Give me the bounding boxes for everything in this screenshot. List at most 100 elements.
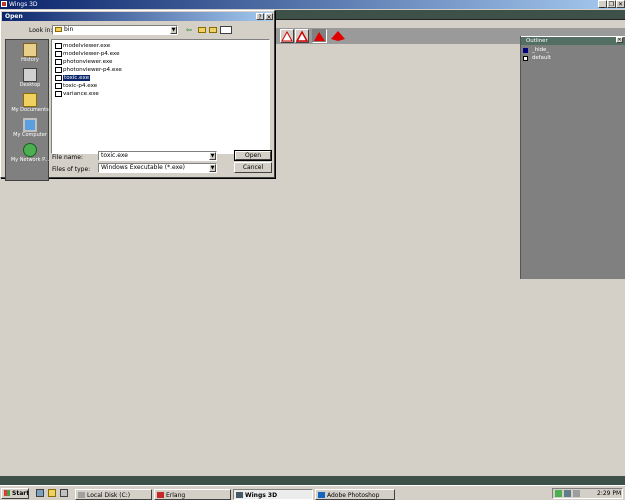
explorer-icon[interactable] [48, 489, 56, 497]
place-desktop[interactable]: Desktop [10, 68, 50, 88]
chevron-down-icon[interactable]: ▼ [209, 164, 216, 172]
show-desktop-icon[interactable] [36, 489, 44, 497]
hidden-object-icon [523, 48, 528, 53]
task-label: Erlang [166, 492, 186, 499]
place-my-computer[interactable]: My Computer [10, 118, 50, 138]
file-name-label: File name: [52, 154, 83, 161]
restore-button[interactable]: ❐ [607, 0, 616, 8]
help-button[interactable]: ? [256, 13, 264, 21]
windows-logo-icon [4, 490, 10, 496]
place-label: My Network P... [10, 157, 50, 163]
edge-select-button[interactable] [295, 29, 309, 43]
task-label: Local Disk (C:) [87, 492, 131, 499]
file-name: variance.exe [63, 91, 99, 97]
exe-file-icon [55, 74, 62, 81]
file-name-value: toxic.exe [101, 152, 128, 159]
file-name: photonviewer-p4.exe [63, 67, 122, 73]
place-history[interactable]: History [10, 43, 50, 63]
file-name: modelviewer.exe [63, 43, 111, 49]
place-label: My Computer [13, 132, 47, 138]
exe-file-icon [55, 90, 62, 97]
taskbar-item-photoshop[interactable]: Adobe Photoshop [315, 489, 395, 500]
place-label: History [21, 57, 39, 63]
open-button[interactable]: Open [234, 150, 272, 161]
exe-file-icon [55, 50, 62, 57]
file-item[interactable]: modelviewer.exe [55, 42, 110, 50]
open-dialog: Open ? ✕ Look in: bin ▼ ⇦ History Deskto… [0, 10, 275, 181]
edge-triangle-icon [295, 30, 309, 42]
start-label: Start [12, 490, 30, 497]
file-item-selected[interactable]: toxic.exe [55, 74, 91, 82]
desktop-icon [23, 68, 37, 82]
system-tray: 2:29 PM [552, 488, 623, 499]
tray-app-icon[interactable] [564, 490, 571, 497]
file-name: toxic.exe [63, 75, 91, 81]
file-type-dropdown[interactable]: Windows Executable (*.exe) ▼ [98, 163, 217, 173]
cancel-button-label: Cancel [242, 164, 264, 171]
taskbar: Start Local Disk (C:) Erlang Wings 3D Ad… [0, 485, 625, 500]
back-arrow-icon[interactable]: ⇦ [186, 26, 192, 34]
erlang-icon [157, 492, 164, 498]
file-name: toxic-p4.exe [63, 83, 98, 89]
chevron-down-icon[interactable]: ▼ [170, 26, 177, 34]
start-button[interactable]: Start [1, 488, 29, 499]
exe-file-icon [55, 42, 62, 49]
status-bar [0, 476, 625, 485]
clock[interactable]: 2:29 PM [597, 489, 621, 498]
file-list[interactable]: modelviewer.exe modelviewer-p4.exe photo… [51, 39, 270, 154]
chevron-down-icon[interactable]: ▼ [209, 152, 216, 160]
places-bar: History Desktop My Documents My Computer… [5, 39, 49, 181]
look-in-label: Look in: [29, 27, 53, 34]
face-select-button[interactable] [312, 29, 327, 43]
file-name-field[interactable]: toxic.exe ▼ [98, 151, 217, 161]
file-item[interactable]: variance.exe [55, 90, 99, 98]
wings-app-icon [1, 1, 7, 7]
look-in-dropdown[interactable]: bin ▼ [52, 25, 178, 35]
file-type-value: Windows Executable (*.exe) [101, 164, 185, 171]
outliner-panel: Outliner ✕ _hide_ default [520, 36, 625, 279]
vertex-select-button[interactable] [280, 29, 294, 43]
taskbar-item-erlang[interactable]: Erlang [154, 489, 231, 500]
minimize-button[interactable]: _ [598, 0, 607, 8]
view-menu-icon[interactable] [220, 26, 232, 34]
place-label: My Documents [11, 107, 49, 113]
file-type-label: Files of type: [52, 166, 91, 173]
file-item[interactable]: toxic-p4.exe [55, 82, 97, 90]
place-my-documents[interactable]: My Documents [10, 93, 50, 113]
exe-file-icon [55, 58, 62, 65]
drive-icon [78, 492, 85, 498]
place-my-network[interactable]: My Network P... [10, 143, 50, 163]
history-icon [23, 43, 37, 57]
photoshop-icon [318, 492, 325, 498]
network-icon [23, 143, 37, 157]
taskbar-item-local-disk[interactable]: Local Disk (C:) [75, 489, 152, 500]
file-item[interactable]: photonviewer-p4.exe [55, 66, 122, 74]
outliner-title: Outliner [526, 38, 548, 44]
new-folder-icon[interactable] [209, 27, 217, 33]
taskbar-item-wings3d[interactable]: Wings 3D [233, 489, 313, 500]
material-icon [523, 56, 528, 61]
close-button[interactable]: ✕ [616, 0, 625, 8]
main-title-bar: Wings 3D _ ❐ ✕ [0, 0, 625, 9]
folder-icon [55, 27, 62, 32]
outliner-item-label: _hide_ [532, 47, 550, 53]
tray-network-icon[interactable] [555, 490, 562, 497]
file-item[interactable]: modelviewer-p4.exe [55, 50, 120, 58]
cancel-button[interactable]: Cancel [234, 162, 272, 173]
folder-icon [23, 93, 37, 107]
wings-app-icon [236, 492, 243, 498]
look-in-value: bin [64, 26, 74, 33]
file-item[interactable]: photonviewer.exe [55, 58, 113, 66]
outliner-title-bar: Outliner ✕ [521, 36, 625, 45]
exe-file-icon [55, 66, 62, 73]
body-shape-icon [331, 31, 345, 41]
tray-volume-icon[interactable] [573, 490, 580, 497]
outliner-close-button[interactable]: ✕ [616, 37, 623, 43]
up-folder-icon[interactable] [198, 27, 206, 33]
dialog-title: Open [5, 13, 23, 20]
quicklaunch-icon[interactable] [60, 489, 68, 497]
vertex-triangle-icon [281, 30, 293, 42]
file-name: modelviewer-p4.exe [63, 51, 120, 57]
dialog-close-button[interactable]: ✕ [265, 13, 273, 21]
body-select-button[interactable] [330, 29, 346, 43]
